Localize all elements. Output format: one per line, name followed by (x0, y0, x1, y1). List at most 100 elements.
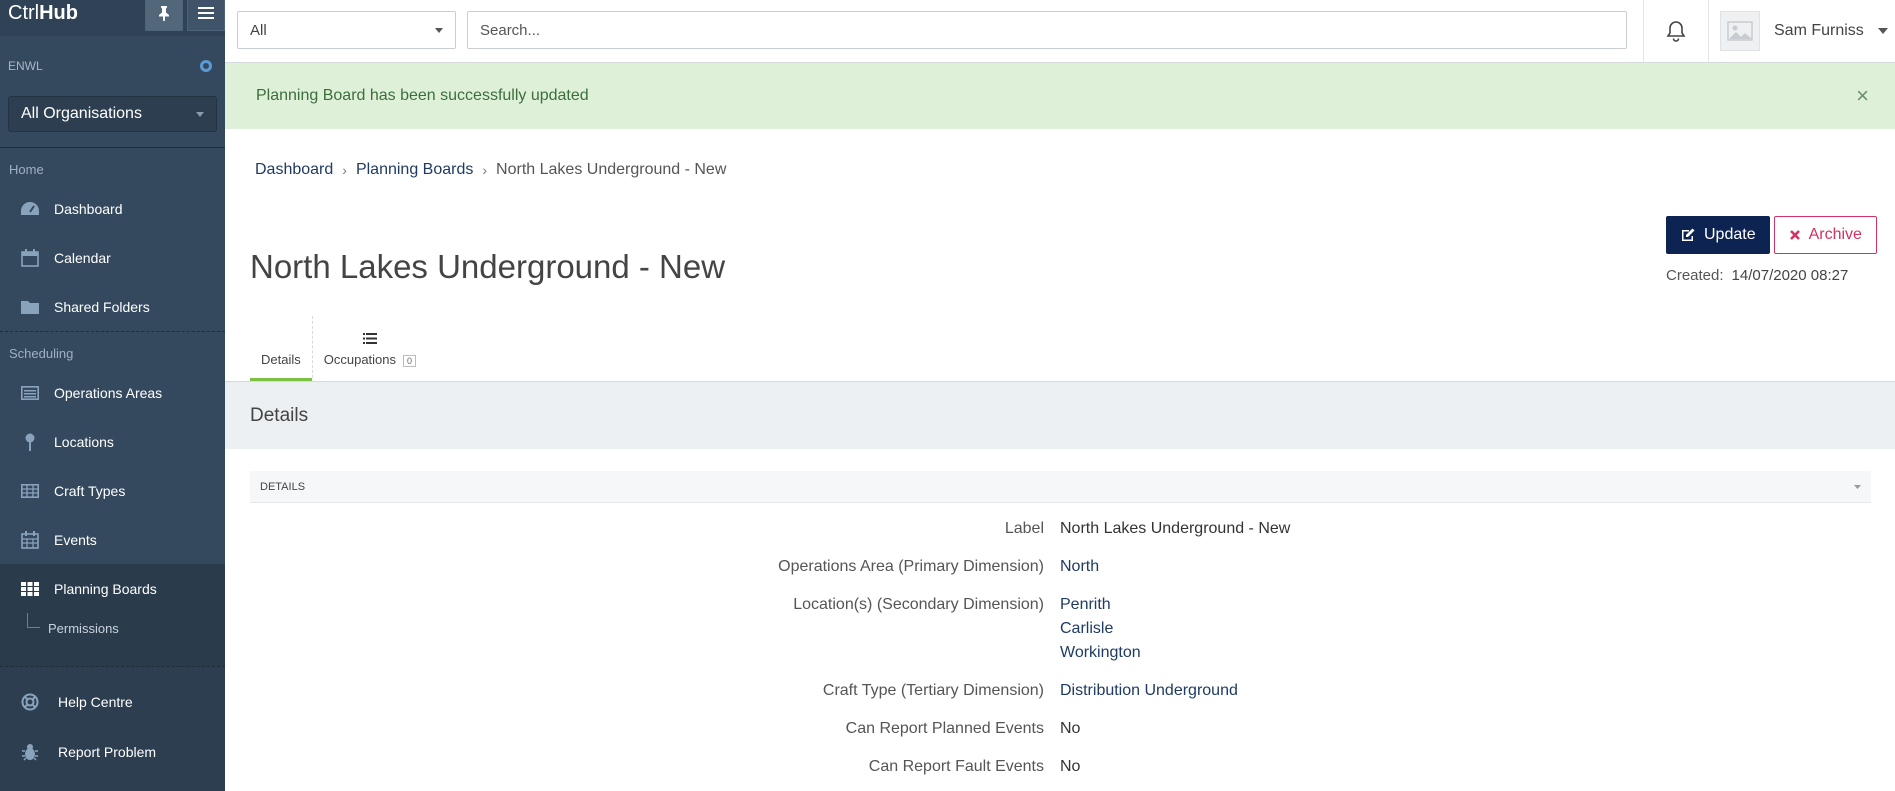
sidebar-item-label: Operations Areas (54, 384, 163, 401)
search-input[interactable] (467, 11, 1627, 49)
field-link[interactable]: North (1060, 555, 1099, 579)
sidebar-item-label: Calendar (54, 249, 111, 266)
pin-button[interactable] (145, 0, 183, 31)
details-field-list: Label North Lakes Underground - New Oper… (250, 517, 1871, 791)
field-row: Operations Area (Primary Dimension) Nort… (250, 555, 1871, 579)
list-panel-icon (21, 385, 39, 400)
gear-icon[interactable] (199, 59, 213, 73)
hamburger-icon (198, 7, 214, 19)
help-centre-label: Help Centre (58, 694, 133, 710)
sidebar-item-help-centre[interactable]: Help Centre (0, 677, 225, 727)
field-label: Can Report Planned Events (845, 720, 1044, 737)
brand-bar: CtrlHub (0, 0, 225, 36)
tab-occupations[interactable]: Occupations 0 (313, 316, 427, 381)
breadcrumb-planning-boards[interactable]: Planning Boards (356, 161, 473, 179)
sidebar-item-dashboard[interactable]: Dashboard (0, 184, 225, 233)
list-icon (362, 333, 377, 344)
created-info: Created: 14/07/2020 08:27 (1666, 267, 1848, 284)
image-placeholder-icon (1727, 21, 1753, 41)
edit-icon (1682, 228, 1695, 241)
field-label: Location(s) (Secondary Dimension) (793, 596, 1044, 613)
field-link[interactable]: Carlisle (1060, 617, 1141, 641)
field-label: Label (1004, 520, 1044, 537)
field-label: Operations Area (Primary Dimension) (778, 558, 1044, 575)
archive-button[interactable]: Archive (1773, 216, 1877, 254)
section-heading: Details (225, 381, 1895, 449)
chevron-down-icon (435, 27, 443, 33)
page-title: North Lakes Underground - New (250, 248, 726, 285)
folder-icon (21, 300, 39, 314)
sidebar-item-locations[interactable]: Locations (0, 417, 225, 466)
user-menu[interactable]: Sam Furniss (1720, 0, 1888, 62)
sidebar-item-label: Shared Folders (54, 298, 150, 315)
field-link[interactable]: Distribution Underground (1060, 679, 1238, 703)
user-name: Sam Furniss (1774, 22, 1864, 39)
sidebar-item-label: Locations (54, 433, 114, 450)
tab-bar: Details Occupations 0 (250, 316, 427, 381)
notifications-button[interactable] (1643, 0, 1709, 62)
avatar (1720, 11, 1760, 51)
organisation-select-value: All Organisations (21, 105, 142, 122)
sidebar-item-calendar[interactable]: Calendar (0, 233, 225, 282)
field-row: Can Report Fault Events No (250, 755, 1871, 779)
brand-logo[interactable]: CtrlHub (8, 2, 78, 25)
field-value: North Lakes Underground - New (1060, 520, 1291, 537)
report-problem-label: Report Problem (58, 744, 157, 760)
calendar-icon (21, 248, 39, 267)
field-link[interactable]: Penrith (1060, 593, 1141, 617)
update-button[interactable]: Update (1666, 216, 1770, 254)
sidebar-item-label: Events (54, 531, 97, 548)
field-value: No (1060, 758, 1081, 775)
chevron-down-icon (196, 111, 204, 117)
bell-icon (1666, 21, 1686, 42)
sidebar-item-operations-areas[interactable]: Operations Areas (0, 368, 225, 417)
tab-details[interactable]: Details (250, 316, 312, 381)
calendar-icon (21, 530, 39, 549)
sidebar-item-events[interactable]: Events (0, 515, 225, 564)
menu-toggle-button[interactable] (187, 0, 225, 31)
section-label-home: Home (9, 162, 44, 177)
breadcrumb-current: North Lakes Underground - New (496, 161, 727, 178)
alert-message: Planning Board has been successfully upd… (256, 87, 589, 104)
sidebar-item-craft-types[interactable]: Craft Types (0, 466, 225, 515)
sidebar-item-label: Dashboard (54, 200, 123, 217)
sidebar-item-report-problem[interactable]: Report Problem (0, 727, 225, 777)
sidebar-item-label: Planning Boards (54, 580, 157, 597)
chevron-right-icon: › (482, 162, 488, 178)
organisation-select[interactable]: All Organisations (8, 96, 217, 132)
sidebar: CtrlHub ENWL All Organisations Home Dash… (0, 0, 225, 791)
bug-icon (22, 744, 38, 761)
panel-header[interactable]: DETAILS (250, 471, 1871, 503)
field-row: Label North Lakes Underground - New (250, 517, 1871, 541)
breadcrumb-dashboard[interactable]: Dashboard (255, 161, 333, 179)
success-alert: Planning Board has been successfully upd… (225, 63, 1895, 129)
count-badge: 0 (403, 355, 417, 367)
main-content: Planning Board has been successfully upd… (225, 63, 1895, 791)
chevron-right-icon: › (342, 162, 347, 178)
top-bar: All Sam Furniss (225, 0, 1895, 63)
created-value: 14/07/2020 08:27 (1731, 267, 1849, 284)
tab-label: Occupations (323, 352, 397, 367)
sidebar-subitem-permissions[interactable]: Permissions (0, 613, 225, 643)
tab-label: Details (261, 352, 301, 367)
sidebar-subitem-label: Permissions (48, 620, 119, 636)
close-icon (1789, 230, 1800, 240)
sidebar-item-shared-folders[interactable]: Shared Folders (0, 282, 225, 331)
field-link[interactable]: Workington (1060, 641, 1141, 665)
lifebuoy-icon (21, 693, 39, 711)
field-value: No (1060, 720, 1081, 737)
sidebar-item-planning-boards[interactable]: Planning Boards (0, 564, 225, 613)
breadcrumb: Dashboard › Planning Boards › North Lake… (255, 161, 726, 179)
grid-icon (21, 581, 39, 596)
field-row: Craft Type (Tertiary Dimension) Distribu… (250, 679, 1871, 703)
close-icon[interactable]: × (1856, 83, 1869, 109)
map-pin-icon (25, 433, 35, 451)
sidebar-item-label: Craft Types (54, 482, 126, 499)
chevron-down-icon (1854, 484, 1861, 489)
field-row: Location(s) (Secondary Dimension) Penrit… (250, 593, 1871, 665)
search-scope-select[interactable]: All (237, 11, 456, 49)
field-row: Can Report Planned Events No (250, 717, 1871, 741)
table-icon (21, 483, 39, 498)
panel-title: DETAILS (260, 480, 306, 493)
pin-icon (159, 6, 169, 21)
